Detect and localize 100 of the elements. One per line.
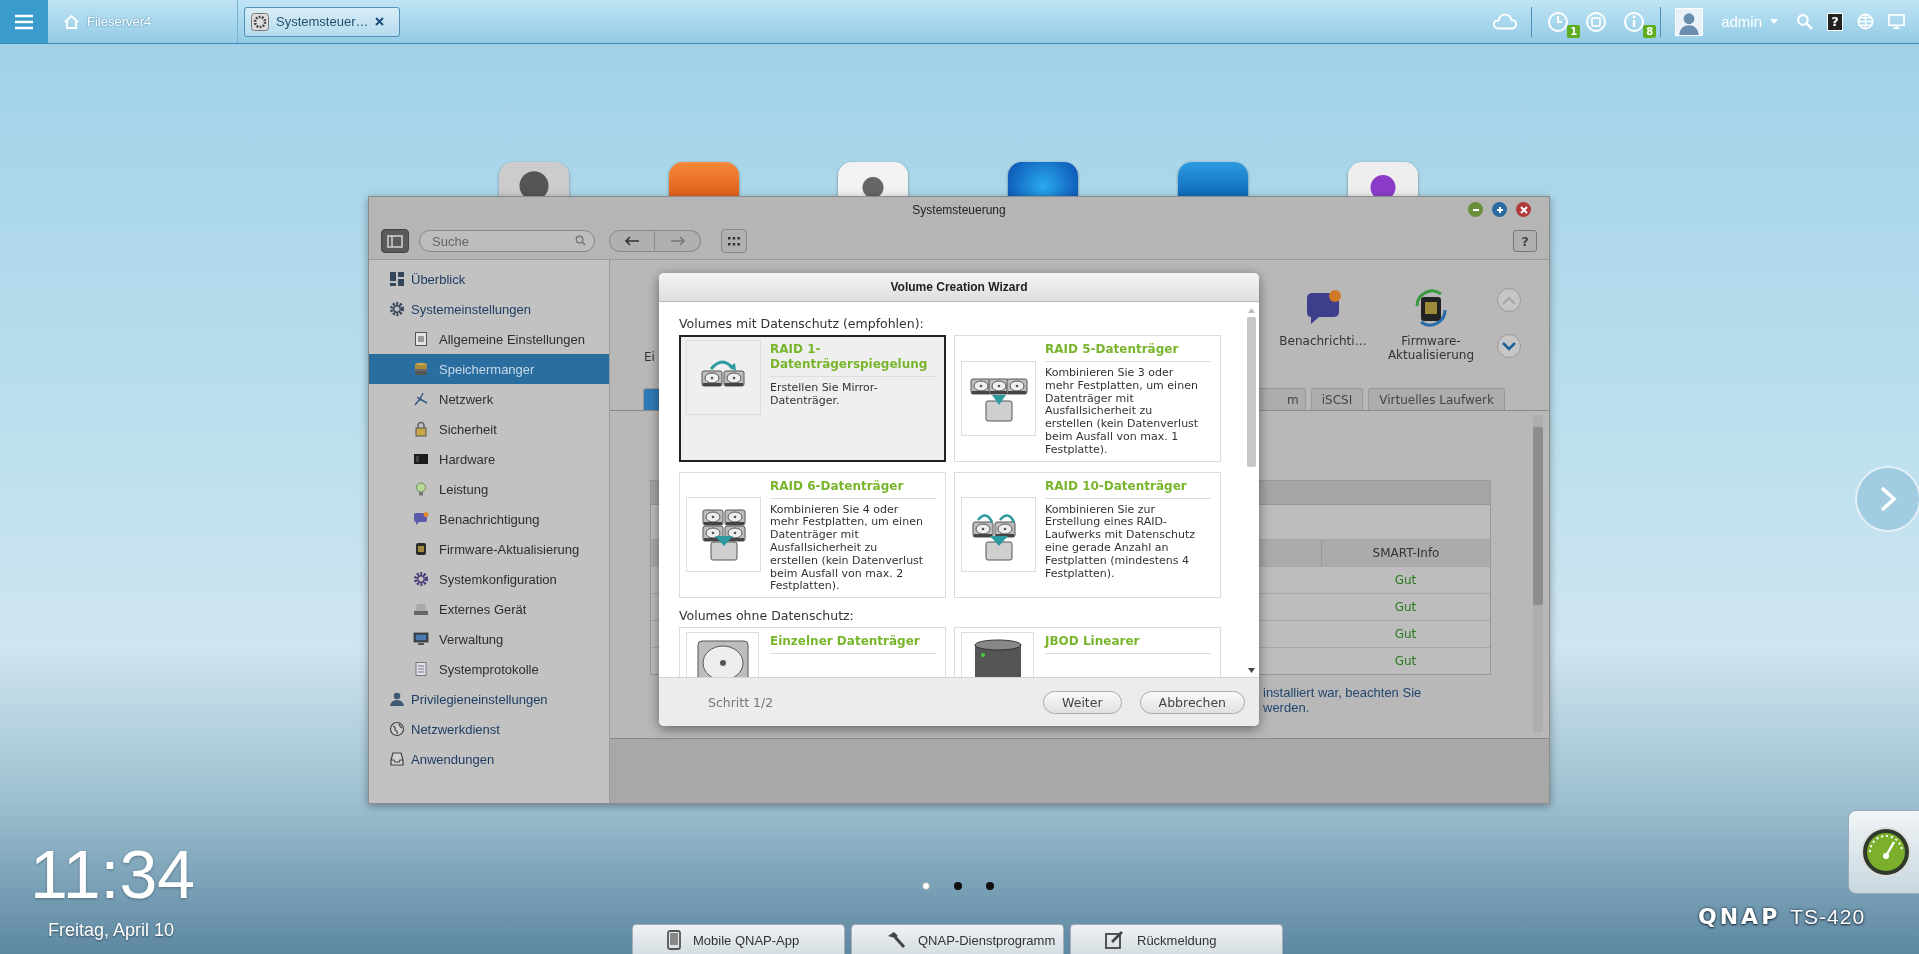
help-button[interactable]: ? xyxy=(1827,12,1843,31)
grid-icon xyxy=(389,271,405,287)
app-shortcut-icon[interactable] xyxy=(1178,162,1248,196)
sidebar-item[interactable]: Netzwerkdienst xyxy=(369,714,609,744)
close-icon xyxy=(1519,205,1528,214)
grid-view-button[interactable] xyxy=(721,229,747,253)
scrollbar[interactable] xyxy=(1533,415,1543,732)
sidebar-item[interactable]: Externes Gerät xyxy=(369,594,609,624)
minimize-button[interactable] xyxy=(1468,202,1483,217)
lightbulb-icon xyxy=(413,481,429,497)
up-triangle-icon xyxy=(1247,308,1255,313)
help-button[interactable]: ? xyxy=(1513,230,1537,252)
option-description: Kombinieren Sie 4 oder mehr Festplatten, um einen Datenträger mit Ausfallsicherheit zu erstellen (kein Datenverlust beim Ausfall von max. 2 Festplatten). xyxy=(770,503,925,594)
sidebar-item[interactable]: Allgemeine Einstellungen xyxy=(369,324,609,354)
resource-monitor-button[interactable] xyxy=(1848,810,1919,894)
tray-icon xyxy=(389,751,405,767)
maximize-button[interactable] xyxy=(1492,202,1507,217)
person-icon xyxy=(389,691,405,707)
scroll-down-button[interactable] xyxy=(1497,334,1521,358)
home-icon xyxy=(64,14,79,29)
app-shortcut-icon[interactable] xyxy=(669,162,739,196)
table-cell-text: Gut xyxy=(1393,572,1418,589)
dock-button[interactable]: QNAP-Dienstprogramm xyxy=(851,924,1064,954)
menu-button[interactable] xyxy=(0,0,48,43)
avatar-icon xyxy=(1675,7,1704,36)
option-description: Kombinieren Sie zur Erstellung eines RAID-Laufwerks mit Datenschutz eine gerade Anzahl an Festplatten (mindestens 4 Festplatten). xyxy=(1045,503,1197,581)
plus-icon xyxy=(1495,205,1504,214)
page-dot[interactable] xyxy=(986,882,994,890)
chevron-right-icon xyxy=(1879,486,1897,512)
search-field[interactable]: Suche xyxy=(419,230,595,252)
sidebar-item[interactable]: Überblick xyxy=(369,264,609,294)
chevron-down-icon xyxy=(1502,341,1516,351)
option-title: RAID 6-Datenträger xyxy=(770,476,936,499)
scrollbar[interactable] xyxy=(1246,308,1256,673)
dialog-title: Volume Creation Wizard xyxy=(890,280,1028,294)
tab[interactable]: iSCSI xyxy=(1310,388,1364,410)
sidebar-toggle-button[interactable] xyxy=(381,229,409,253)
page-dot[interactable] xyxy=(954,882,962,890)
sidebar-item[interactable]: Benachrichtigung xyxy=(369,504,609,534)
shortcut-tile[interactable]: Firmware-Aktualisierung xyxy=(1381,288,1481,362)
gear-icon xyxy=(413,571,429,587)
app-shortcut-icon[interactable] xyxy=(838,162,908,196)
volume-option-card[interactable]: RAID 10-Datenträger Kombinieren Sie zur Erstellung eines RAID-Laufwerks mit Datenschutz eine gerade Anzahl an Festplatten (mindestens 4 Festplatten). xyxy=(954,471,1221,599)
info-icon[interactable] xyxy=(1622,10,1647,33)
shortcut-label: Ei xyxy=(644,350,655,364)
drive-icon xyxy=(413,601,429,617)
option-title: JBOD Linearer xyxy=(1045,632,1211,655)
clock-icon[interactable] xyxy=(1546,10,1571,33)
volume-option-card[interactable]: RAID 5-Datenträger Kombinieren Sie 3 oder mehr Festplatten, um einen Datenträger mit Ausfallsicherheit zu erstellen (kein Datenverlust beim Ausfall von max. 1 Festplatte). xyxy=(954,335,1221,462)
dock-button[interactable]: Mobile QNAP-App xyxy=(632,924,845,954)
dock-button[interactable]: Rückmeldung xyxy=(1070,924,1283,954)
note-text: werden. xyxy=(1263,700,1311,715)
sidebar-item[interactable]: Firmware-Aktualisierung xyxy=(369,534,609,564)
document-icon xyxy=(413,331,429,347)
right-arrow-icon xyxy=(669,236,686,246)
app-shortcut-icon[interactable] xyxy=(1348,162,1418,196)
option-title: RAID 5-Datenträger xyxy=(1045,340,1211,362)
sidebar-item[interactable]: Verwaltung xyxy=(369,624,609,654)
sidebar-item[interactable]: Anwendungen xyxy=(369,744,609,774)
notification-badge: 1 xyxy=(1567,24,1581,38)
back-button[interactable] xyxy=(609,230,655,252)
chip-icon xyxy=(413,541,429,557)
shortcut-tile[interactable]: Benachrichti… xyxy=(1273,288,1373,348)
gear-icon xyxy=(389,301,405,317)
sidebar-item[interactable]: Systemeinstellungen xyxy=(369,294,609,324)
hardware-icon xyxy=(413,451,429,467)
volume-option-card[interactable]: RAID 6-Datenträger Kombinieren Sie 4 oder mehr Festplatten, um einen Datenträger mit Ausfallsicherheit zu erstellen (kein Datenverlust beim Ausfall von max. 2 Festplatten). xyxy=(679,471,946,599)
menu-icon xyxy=(14,13,34,30)
section-heading: Volumes mit Datenschutz (empfohlen): xyxy=(679,316,925,331)
app-tab[interactable]: Systemsteuer… xyxy=(244,6,400,37)
hammer-icon xyxy=(886,931,906,949)
cancel-button[interactable]: Abbrechen xyxy=(1139,690,1245,714)
sidebar-item[interactable]: Netzwerk xyxy=(369,384,609,414)
app-shortcut-icon[interactable] xyxy=(1008,162,1078,196)
app-shortcut-icon[interactable] xyxy=(499,162,569,196)
sidebar-item[interactable]: Leistung xyxy=(369,474,609,504)
page-dot[interactable] xyxy=(922,882,930,890)
close-icon[interactable] xyxy=(375,17,385,26)
sidebar-item[interactable]: Systemkonfiguration xyxy=(369,564,609,594)
brand-logo: QNAP xyxy=(1698,904,1781,929)
next-button[interactable]: Weiter xyxy=(1043,690,1122,714)
column-header: SMART-Info xyxy=(1371,545,1441,562)
edit-icon xyxy=(1105,931,1125,949)
sidebar-item[interactable]: Privilegieneinstellungen xyxy=(369,684,609,714)
option-title: RAID 1-Datenträgerspiegelung xyxy=(770,340,936,377)
sidebar-item[interactable]: Sicherheit xyxy=(369,414,609,444)
network-icon xyxy=(413,391,429,407)
sidebar-item[interactable]: Systemprotokolle xyxy=(369,654,609,684)
caret-icon xyxy=(1770,18,1778,25)
down-triangle-icon xyxy=(1247,668,1255,673)
padlock-icon xyxy=(413,421,429,437)
close-button[interactable] xyxy=(1516,202,1531,217)
sidebar-item[interactable]: Speichermanger xyxy=(369,354,609,384)
section-heading: Volumes ohne Datenschutz: xyxy=(679,608,855,624)
tab[interactable]: Virtuelles Laufwerk xyxy=(1368,388,1505,410)
option-description: Kombinieren Sie 3 oder mehr Festplatten, um einen Datenträger mit Ausfallsicherheit zu erstellen (kein Datenverlust beim Ausfall von max. 1 Festplatte). xyxy=(1045,367,1200,457)
model-name: TS-420 xyxy=(1790,905,1866,929)
sidebar-item[interactable]: Hardware xyxy=(369,444,609,474)
volume-option-card[interactable]: RAID 1-Datenträgerspiegelung Erstellen Sie Mirror-Datenträger. xyxy=(679,335,946,462)
window-title: Systemsteuerung xyxy=(912,203,1006,217)
